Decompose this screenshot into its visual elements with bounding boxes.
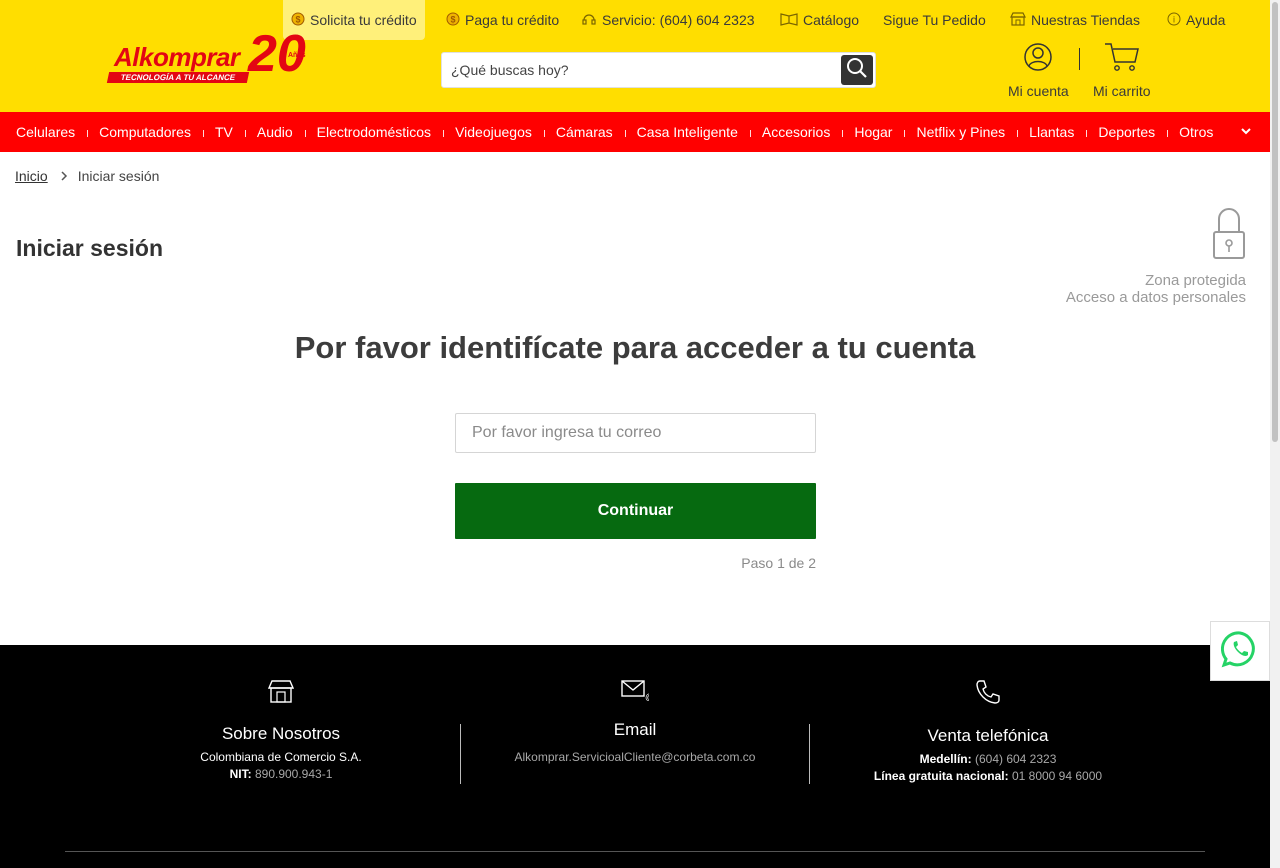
nav-item-casa-inteligente[interactable]: Casa Inteligente xyxy=(624,124,750,140)
breadcrumb-current: Iniciar sesión xyxy=(77,168,160,184)
sigue-pedido-label: Sigue Tu Pedido xyxy=(883,12,986,28)
svg-text:@: @ xyxy=(645,692,649,701)
ayuda-label: Ayuda xyxy=(1186,12,1226,28)
email-field-wrapper xyxy=(455,413,816,453)
footer-phone-city-value[interactable]: (604) 604 2323 xyxy=(975,752,1056,766)
pay-coin-icon: $ xyxy=(446,12,460,29)
secure-zone-line1: Zona protegida xyxy=(1145,272,1246,289)
user-icon xyxy=(1023,42,1053,75)
category-nav: Celulares Computadores TV Audio Electrod… xyxy=(0,112,1270,152)
header-divider xyxy=(1079,48,1080,70)
footer-email-link[interactable]: Alkomprar.ServicioalCliente@corbeta.com.… xyxy=(505,750,765,764)
nav-item-computadores[interactable]: Computadores xyxy=(87,124,203,140)
mi-carrito-button[interactable]: Mi carrito xyxy=(1093,42,1151,99)
search-bar xyxy=(441,52,876,88)
paga-credito-link[interactable]: $ Paga tu crédito xyxy=(446,0,559,40)
login-headline: Por favor identifícate para acceder a tu… xyxy=(294,330,976,365)
catalogo-label: Catálogo xyxy=(803,12,860,28)
nuestras-tiendas-link[interactable]: Nuestras Tiendas xyxy=(1010,0,1140,40)
catalog-icon xyxy=(780,12,798,29)
footer-phone-national-label: Línea gratuita nacional: xyxy=(873,769,1009,783)
search-input[interactable] xyxy=(442,53,840,87)
continue-button[interactable]: Continuar xyxy=(455,483,816,539)
lock-icon xyxy=(1066,208,1246,264)
footer-about-title: Sobre Nosotros xyxy=(221,724,341,743)
cart-icon xyxy=(1104,42,1140,75)
footer-divider xyxy=(809,724,810,784)
footer-bottom-rule xyxy=(65,851,1205,852)
step-indicator: Paso 1 de 2 xyxy=(741,555,816,571)
nav-item-tv[interactable]: TV xyxy=(202,124,245,140)
svg-text:$: $ xyxy=(450,14,455,24)
chevron-right-icon xyxy=(60,168,68,184)
catalogo-link[interactable]: Catálogo xyxy=(780,0,859,40)
footer-phone-city: Medellín: (604) 604 2323 xyxy=(858,752,1118,766)
email-field[interactable] xyxy=(456,414,815,452)
footer-email: @ Email Alkomprar.ServicioalCliente@corb… xyxy=(505,679,765,764)
logo-brand-text: Alkomprar xyxy=(114,42,240,72)
footer-phone-title: Venta telefónica xyxy=(927,726,1049,745)
headset-icon xyxy=(581,12,597,29)
phone-icon xyxy=(858,679,1118,710)
paga-credito-label: Paga tu crédito xyxy=(465,12,560,28)
nav-item-camaras[interactable]: Cámaras xyxy=(543,124,625,140)
nav-item-celulares[interactable]: Celulares xyxy=(4,124,87,140)
ayuda-link[interactable]: i Ayuda xyxy=(1167,0,1225,40)
search-button[interactable] xyxy=(841,55,873,85)
alkomprar-logo[interactable]: Alkomprar TECNOLOGÍA A TU ALCANCE 20 Año… xyxy=(106,28,323,86)
logo-anniversary-unit: Años xyxy=(288,52,306,59)
store-icon xyxy=(151,679,411,708)
page-title: Iniciar sesión xyxy=(16,235,164,261)
chevron-down-icon[interactable] xyxy=(1240,124,1252,142)
help-info-icon: i xyxy=(1167,12,1181,29)
footer-phone: Venta telefónica Medellín: (604) 604 232… xyxy=(858,679,1118,783)
footer-nit: NIT: 890.900.943-1 xyxy=(151,767,411,781)
breadcrumb-home-link[interactable]: Inicio xyxy=(15,168,48,184)
site-footer: Sobre Nosotros Colombiana de Comercio S.… xyxy=(0,645,1270,868)
breadcrumb: Inicio Iniciar sesión xyxy=(15,168,159,184)
secure-zone-notice: Zona protegida Acceso a datos personales xyxy=(1066,208,1246,306)
footer-phone-national-value[interactable]: 01 8000 94 6000 xyxy=(1012,769,1102,783)
secure-zone-line2: Acceso a datos personales xyxy=(1065,289,1246,306)
store-icon xyxy=(1010,11,1026,29)
nuestras-tiendas-label: Nuestras Tiendas xyxy=(1031,12,1140,28)
nav-item-electrodomesticos[interactable]: Electrodomésticos xyxy=(304,124,443,140)
mi-cuenta-label: Mi cuenta xyxy=(1008,83,1069,99)
footer-nit-label: NIT: xyxy=(229,767,252,781)
nav-item-audio[interactable]: Audio xyxy=(244,124,305,140)
scrollbar-thumb[interactable] xyxy=(1272,2,1278,442)
mail-icon: @ xyxy=(505,679,765,706)
nav-item-accesorios[interactable]: Accesorios xyxy=(749,124,842,140)
footer-phone-city-label: Medellín: xyxy=(919,752,972,766)
nav-item-netflix-pines[interactable]: Netflix y Pines xyxy=(904,124,1017,140)
servicio-label: Servicio: (604) 604 2323 xyxy=(602,12,755,28)
nav-item-llantas[interactable]: Llantas xyxy=(1017,124,1086,140)
mi-cuenta-button[interactable]: Mi cuenta xyxy=(1008,42,1069,99)
page-scrollbar[interactable] xyxy=(1270,0,1280,868)
svg-text:$: $ xyxy=(295,14,300,24)
svg-text:i: i xyxy=(1173,14,1175,24)
footer-email-title: Email xyxy=(613,720,657,739)
nav-item-deportes[interactable]: Deportes xyxy=(1086,124,1167,140)
whatsapp-icon xyxy=(1220,630,1259,673)
footer-about-company: Colombiana de Comercio S.A. xyxy=(200,750,362,764)
sigue-pedido-link[interactable]: Sigue Tu Pedido xyxy=(883,0,986,40)
servicio-link[interactable]: Servicio: (604) 604 2323 xyxy=(581,0,755,40)
solicita-credito-label: Solicita tu crédito xyxy=(310,12,417,28)
logo-tagline: TECNOLOGÍA A TU ALCANCE xyxy=(106,72,250,83)
footer-nit-value: 890.900.943-1 xyxy=(254,767,333,781)
nav-item-hogar[interactable]: Hogar xyxy=(842,124,904,140)
site-header: $ Solicita tu crédito $ Paga tu crédito … xyxy=(0,0,1270,112)
footer-divider xyxy=(460,724,461,784)
footer-phone-national: Línea gratuita nacional: 01 8000 94 6000 xyxy=(858,769,1118,783)
footer-about: Sobre Nosotros Colombiana de Comercio S.… xyxy=(151,679,411,781)
search-icon xyxy=(846,57,868,84)
mi-carrito-label: Mi carrito xyxy=(1093,83,1151,99)
nav-item-videojuegos[interactable]: Videojuegos xyxy=(443,124,544,140)
nav-item-otros[interactable]: Otros xyxy=(1167,124,1225,140)
whatsapp-button[interactable] xyxy=(1210,621,1270,681)
